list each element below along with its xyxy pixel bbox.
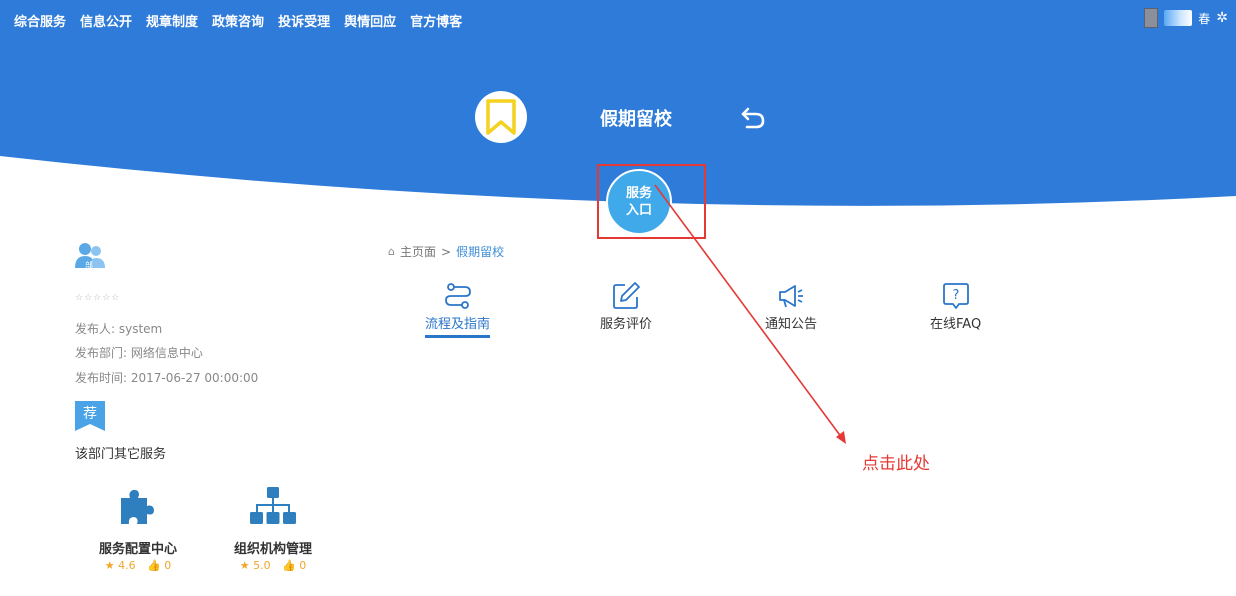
edit-icon	[613, 282, 640, 309]
username-label: 春	[1198, 11, 1211, 26]
faq-icon: ?	[942, 283, 969, 309]
breadcrumb: ⌂ 主页面 > 假期留校	[388, 243, 504, 260]
service-card-rating: 4.6	[118, 559, 136, 572]
tab-notices[interactable]: 通知公告	[765, 281, 817, 335]
nav-item-complaints[interactable]: 投诉受理	[278, 11, 330, 30]
breadcrumb-current: 假期留校	[456, 245, 505, 259]
puzzle-icon	[121, 489, 154, 524]
tab-label: 在线FAQ	[930, 317, 982, 332]
department-icon-label: 部	[85, 260, 93, 270]
nav-item-information-disclosure[interactable]: 信息公开	[80, 11, 132, 30]
breadcrumb-separator: >	[441, 244, 452, 259]
tab-label: 通知公告	[765, 317, 818, 332]
service-card-stats: ★ 4.6 👍 0	[78, 559, 198, 572]
nav-item-regulations[interactable]: 规章制度	[146, 11, 198, 30]
publish-time-info: 发布时间: 2017-06-27 00:00:00	[75, 371, 259, 385]
service-card-config-center[interactable]: 服务配置中心 ★ 4.6 👍 0	[78, 482, 198, 572]
service-card-stats: ★ 5.0 👍 0	[213, 559, 333, 572]
back-icon[interactable]	[739, 104, 767, 132]
breadcrumb-home[interactable]: 主页面	[400, 243, 436, 260]
department-info: 发布部门: 网络信息中心	[75, 346, 203, 360]
other-services-title: 该部门其它服务	[75, 447, 167, 462]
nav-item-comprehensive-services[interactable]: 综合服务	[14, 11, 66, 30]
service-card-rating: 5.0	[253, 559, 271, 572]
user-avatar[interactable]	[1144, 8, 1159, 28]
org-chart-icon	[250, 487, 296, 524]
publisher-info: 发布人: system	[75, 322, 163, 336]
tab-service-evaluation[interactable]: 服务评价	[600, 281, 652, 335]
thumbs-up-icon: 👍	[147, 559, 161, 572]
home-icon: ⌂	[388, 245, 395, 258]
svg-text:?: ?	[952, 288, 959, 303]
recommend-badge: 荐	[75, 401, 105, 431]
rating-stars: ☆☆☆☆☆	[75, 293, 121, 303]
user-menu[interactable]: 春 ✲	[1144, 8, 1228, 28]
service-card-name: 服务配置中心	[98, 542, 177, 557]
service-card-name: 组织机构管理	[233, 542, 312, 557]
department-icon: 部	[75, 243, 105, 270]
username-redacted	[1164, 10, 1193, 26]
star-icon: ★	[239, 559, 250, 572]
tab-online-faq[interactable]: ? 在线FAQ	[930, 281, 981, 335]
service-logo	[475, 91, 527, 143]
annotation-text: 点击此处	[862, 454, 930, 474]
annotation-highlight-box	[597, 164, 706, 239]
thumbs-up-icon: 👍	[282, 559, 296, 572]
nav-item-public-opinion[interactable]: 舆情回应	[344, 11, 396, 30]
nav-item-policy-consulting[interactable]: 政策咨询	[212, 11, 264, 30]
service-card-likes: 0	[299, 559, 307, 572]
nav-item-official-blog[interactable]: 官方博客	[410, 11, 462, 30]
bookmark-icon	[486, 99, 516, 135]
flow-icon	[444, 283, 471, 309]
megaphone-icon	[779, 285, 803, 308]
top-navigation: 综合服务 信息公开 规章制度 政策咨询 投诉受理 舆情回应 官方博客	[14, 11, 462, 30]
tab-label: 服务评价	[600, 317, 653, 332]
page-title: 假期留校	[600, 109, 672, 130]
service-card-likes: 0	[164, 559, 172, 572]
recommend-badge-label: 荐	[83, 406, 97, 422]
tab-process-guide[interactable]: 流程及指南	[425, 281, 491, 338]
gear-icon[interactable]: ✲	[1216, 10, 1228, 26]
star-icon: ★	[104, 559, 115, 572]
service-card-org-management[interactable]: 组织机构管理 ★ 5.0 👍 0	[213, 482, 333, 572]
tab-label: 流程及指南	[425, 313, 491, 338]
